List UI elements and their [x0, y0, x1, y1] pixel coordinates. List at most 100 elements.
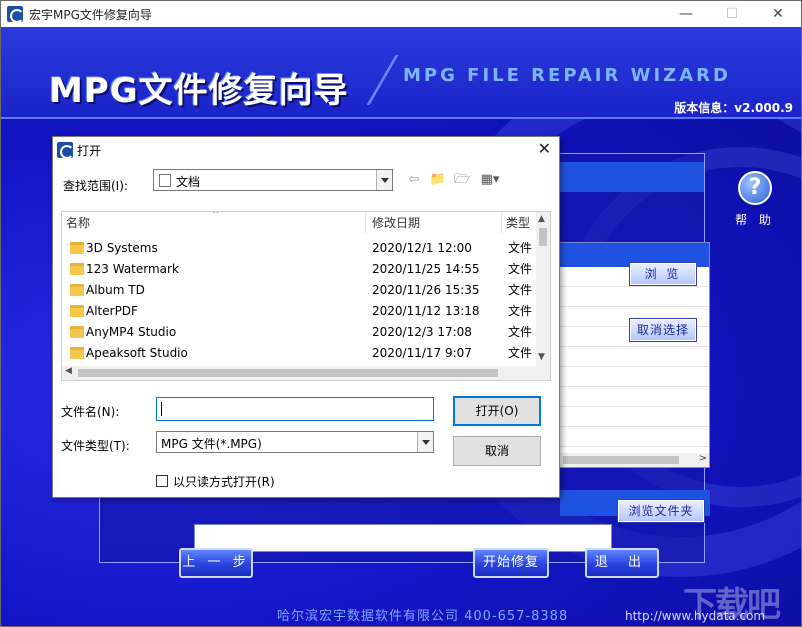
file-name: Album TD: [86, 283, 145, 297]
exit-button[interactable]: 退 出: [585, 548, 659, 578]
document-icon: [159, 174, 171, 187]
previous-step-button[interactable]: 上 一 步: [179, 548, 253, 578]
list-item: [559, 407, 709, 427]
open-file-dialog: 打开 ✕ 查找范围(I): 文档 ⇦ 📁 🗁 ▦▾ ^ 名称 修改日期 类型 3…: [52, 136, 560, 498]
file-row[interactable]: Apeaksoft Studio 2020/11/17 9:07 文件: [62, 343, 538, 364]
folder-icon: [70, 242, 84, 254]
scroll-thumb[interactable]: [539, 228, 547, 246]
file-list[interactable]: ^ 名称 修改日期 类型 3D Systems 2020/12/1 12:00 …: [61, 211, 551, 381]
filename-input[interactable]: [156, 397, 434, 421]
maximize-button[interactable]: ☐: [709, 1, 755, 27]
back-icon[interactable]: ⇦: [405, 172, 423, 188]
scroll-right-icon[interactable]: >: [699, 453, 707, 464]
file-row[interactable]: AlterPDF 2020/11/12 13:18 文件: [62, 301, 538, 322]
dialog-title: 打开: [77, 144, 102, 158]
dialog-close-button[interactable]: ✕: [538, 139, 551, 158]
file-type: 文件: [508, 241, 533, 255]
banner: MPG文件修复向导 MPG FILE REPAIR WIZARD 版本信息：v2…: [1, 27, 801, 119]
file-list-vertical-scrollbar[interactable]: ▲ ▼: [536, 212, 550, 366]
app-window: 宏宇MPG文件修复向导 — ☐ ✕ MPG文件修复向导 MPG FILE REP…: [0, 0, 802, 627]
file-row[interactable]: 3D Systems 2020/12/1 12:00 文件: [62, 238, 538, 259]
file-type: 文件: [508, 283, 533, 297]
list-horizontal-scrollbar[interactable]: >: [559, 453, 709, 467]
folder-icon: [70, 263, 84, 275]
browse-folder-button[interactable]: 浏览文件夹: [617, 499, 705, 523]
scroll-thumb[interactable]: [563, 456, 679, 464]
filename-label: 文件名(N):: [61, 405, 120, 419]
list-item: [559, 367, 709, 387]
file-row[interactable]: 123 Watermark 2020/11/25 14:55 文件: [62, 259, 538, 280]
folder-icon: [70, 326, 84, 338]
column-name[interactable]: 名称: [62, 212, 366, 234]
filetype-select[interactable]: MPG 文件(*.MPG): [156, 431, 434, 453]
file-date: 2020/11/12 13:18: [372, 304, 480, 318]
file-name: Apeaksoft Studio: [86, 346, 188, 360]
output-folder-input[interactable]: [194, 524, 612, 552]
file-row[interactable]: AnyMP4 Studio 2020/12/3 17:08 文件: [62, 322, 538, 343]
browse-button[interactable]: 浏 览: [629, 262, 697, 286]
list-item: [559, 287, 709, 307]
readonly-label[interactable]: 以只读方式打开(R): [173, 473, 275, 490]
close-button[interactable]: ✕: [755, 1, 801, 27]
file-list-horizontal-scrollbar[interactable]: ◀: [62, 366, 550, 380]
file-date: 2020/12/1 12:00: [372, 241, 472, 255]
file-type: 文件: [508, 262, 533, 276]
watermark: 下载吧: [683, 585, 781, 625]
new-folder-icon[interactable]: 🗁: [453, 172, 471, 188]
panel-header: [560, 162, 704, 192]
file-name: 3D Systems: [86, 241, 158, 255]
file-row[interactable]: Album TD 2020/11/26 15:35 文件: [62, 280, 538, 301]
list-item: [559, 347, 709, 367]
column-date[interactable]: 修改日期: [366, 212, 502, 234]
scroll-thumb[interactable]: [78, 369, 498, 377]
scroll-down-icon[interactable]: ▼: [538, 352, 545, 362]
text-caret: [161, 402, 162, 416]
scroll-up-icon[interactable]: ▲: [538, 214, 545, 224]
view-menu-icon[interactable]: ▦▾: [477, 172, 503, 188]
file-name: AlterPDF: [86, 304, 138, 318]
chevron-down-icon[interactable]: [417, 432, 433, 452]
banner-divider: [366, 55, 399, 105]
folder-icon: [70, 347, 84, 359]
title-bar: 宏宇MPG文件修复向导 — ☐ ✕: [1, 1, 801, 27]
column-type[interactable]: 类型: [502, 212, 538, 234]
banner-title: MPG文件修复向导: [49, 71, 349, 111]
version-info: 版本信息：v2.000.9: [674, 101, 793, 115]
lookin-label: 查找范围(I):: [63, 179, 128, 193]
dialog-app-icon: [57, 142, 74, 159]
clear-selection-button[interactable]: 取消选择: [629, 318, 697, 342]
cancel-button[interactable]: 取消: [453, 436, 541, 466]
file-name: AnyMP4 Studio: [86, 325, 177, 339]
file-type: 文件: [508, 346, 533, 360]
folder-icon: [70, 284, 84, 296]
help-button[interactable]: ? 帮 助: [735, 171, 775, 228]
file-type: 文件: [508, 325, 533, 339]
file-type: 文件: [508, 304, 533, 318]
folder-icon: [70, 305, 84, 317]
company-info: 哈尔滨宏宇数据软件有限公司 400-657-8388: [277, 609, 569, 624]
filetype-label: 文件类型(T):: [61, 439, 130, 453]
minimize-button[interactable]: —: [663, 1, 709, 27]
banner-subtitle: MPG FILE REPAIR WIZARD: [403, 65, 731, 86]
app-icon: [7, 6, 24, 23]
dialog-title-bar: 打开 ✕: [53, 137, 559, 163]
lookin-value: 文档: [176, 175, 201, 189]
readonly-checkbox[interactable]: [156, 475, 168, 487]
chevron-down-icon[interactable]: [376, 170, 392, 190]
open-button[interactable]: 打开(O): [453, 396, 541, 426]
file-name: 123 Watermark: [86, 262, 179, 276]
help-label: 帮 助: [735, 213, 775, 227]
file-date: 2020/11/26 15:35: [372, 283, 480, 297]
up-folder-icon[interactable]: 📁: [429, 172, 447, 188]
start-repair-button[interactable]: 开始修复: [473, 548, 549, 578]
lookin-combo[interactable]: 文档: [153, 169, 393, 191]
file-date: 2020/11/17 9:07: [372, 346, 472, 360]
file-date: 2020/12/3 17:08: [372, 325, 472, 339]
list-item: [559, 387, 709, 407]
filetype-value: MPG 文件(*.MPG): [161, 437, 262, 451]
window-title: 宏宇MPG文件修复向导: [29, 8, 152, 22]
scroll-left-icon[interactable]: ◀: [65, 366, 72, 376]
file-date: 2020/11/25 14:55: [372, 262, 480, 276]
list-item: [559, 427, 709, 447]
help-icon[interactable]: ?: [738, 171, 772, 205]
